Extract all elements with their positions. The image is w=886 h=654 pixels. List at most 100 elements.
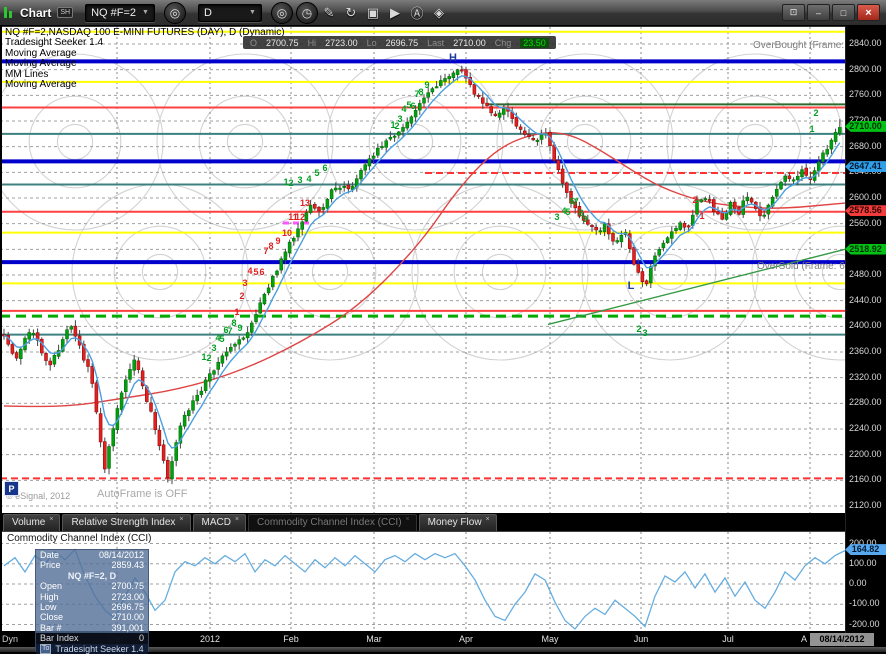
tab-close-icon[interactable]: × [486,516,490,523]
data-window-footer-row: Bar Index0 [36,633,148,643]
quote-value: 2700.75 [266,38,299,48]
price-tag: 2647.41 [845,161,886,172]
date-axis-label: Apr [459,634,473,644]
data-window-row: NQ #F=2, D [36,571,148,581]
price-tag: 2710.00 [845,121,886,132]
price-axis-label: 2160.00 [849,474,882,484]
price-axis-label: 2680.00 [849,141,882,151]
status-dynamic: Dyn [2,634,18,644]
window-title: Chart [20,6,51,20]
price-tag: 2578.56 [845,205,886,216]
indicator-tab-strip: Volume×Relative Strength Index×MACD×Comm… [0,513,845,531]
overbought-label: OverBought (Frame: 64 [753,40,858,51]
data-window-row: Bar #391,001 [36,623,148,633]
p-marker: P [4,481,19,496]
date-axis-partial: A [801,634,807,644]
tab-label: Volume [12,517,45,528]
price-axis-label: 2280.00 [849,397,882,407]
data-window-row: Low2696.75 [36,602,148,612]
tab-macd[interactable]: MACD × [193,514,247,531]
symbol-lookup-icon: ◎ [277,6,287,20]
eraser-icon: ◈ [434,5,444,20]
quote-label: Chg [495,38,512,48]
quote-label: Lo [367,38,377,48]
price-axis-label: 2360.00 [849,346,882,356]
cci-axis-label: -200.00 [849,619,880,629]
price-axis-label: 2320.00 [849,372,882,382]
data-window-row: Open2700.75 [36,581,148,591]
data-window-row: Close2710.00 [36,612,148,622]
cci-tag: 164.82 [845,544,886,555]
price-axis-label: 2200.00 [849,449,882,459]
chevron-down-icon: ▼ [142,9,149,16]
quote-label: Last [427,38,444,48]
tab-close-icon[interactable]: × [235,516,239,523]
tab-label: MACD [202,517,231,528]
chart-left-edge [0,26,2,647]
data-window-row: High2723.00 [36,592,148,602]
tab-close-icon[interactable]: × [49,516,53,523]
legend-row: Moving Average [5,80,285,90]
tab-close-icon[interactable]: × [179,516,183,523]
price-axis-label: 2120.00 [849,500,882,510]
auto-button[interactable]: Ⓐ [406,3,428,22]
symbol-lookup-icon: ◎ [170,6,180,20]
date-axis-label: Jul [722,634,734,644]
chevron-down-icon: ▼ [249,9,256,16]
play-button[interactable]: ▶ [384,5,406,21]
data-window-row: Price2859.43 [36,560,148,570]
symbol-combo[interactable]: NQ #F=2 ▼ [85,4,155,22]
draw-pencil-icon: ✎ [324,5,335,20]
close-button[interactable]: × [857,4,880,21]
quote-label: O [250,38,257,48]
quote-value: 2710.00 [453,38,486,48]
price-chart-canvas[interactable] [0,26,845,513]
tab-relative-strength-index[interactable]: Relative Strength Index× [62,514,190,531]
tab-close-icon[interactable]: × [406,516,410,523]
interval-combo-value: D [204,7,212,19]
tab-label: Commodity Channel Index (CCI) [257,517,402,528]
data-window: Date08/14/2012Price2859.43NQ #F=2, DOpen… [35,549,149,652]
play-icon: ▶ [390,5,400,20]
symbol-lookup-button[interactable]: ◎ [164,2,186,24]
data-window-row: Date08/14/2012 [36,550,148,560]
time-interval-button[interactable]: ◷ [296,2,318,24]
notes-button[interactable]: ▣ [362,5,384,21]
draw-pencil-button[interactable]: ✎ [318,5,340,21]
quote-value: 2696.75 [386,38,419,48]
symbol-lookup-button[interactable]: ◎ [271,2,293,24]
quote-label: Hi [308,38,317,48]
price-axis-label: 2440.00 [849,295,882,305]
tab-money-flow[interactable]: Money Flow× [419,514,497,531]
price-axis-label: 2480.00 [849,269,882,279]
restore-button[interactable]: ⊡ [782,4,805,21]
price-axis-label: 2240.00 [849,423,882,433]
chart-app-icon [4,7,12,18]
quote-value: 2723.00 [325,38,358,48]
maximize-button[interactable]: □ [832,4,855,21]
price-chart-plot [0,27,845,514]
current-date-badge: 08/14/2012 [810,633,874,646]
quote-value: 23.50 [520,38,549,48]
date-axis-label: Feb [283,634,299,644]
price-axis-label: 2800.00 [849,64,882,74]
eraser-button[interactable]: ◈ [428,5,450,21]
reload-button[interactable]: ↻ [340,5,362,21]
interval-combo[interactable]: D ▼ [198,4,262,22]
cci-axis-label: -100.00 [849,598,880,608]
minimize-button[interactable]: – [807,4,830,21]
tab-commodity-channel-index-cci[interactable]: Commodity Channel Index (CCI) × [248,514,417,531]
price-tag: 2518.92 [845,244,886,255]
price-axis-label: 2560.00 [849,218,882,228]
notes-icon: ▣ [367,5,379,20]
date-axis-label: Mar [366,634,382,644]
date-axis-label: Jun [634,634,649,644]
auto-icon: Ⓐ [410,6,423,21]
indicator-icon: To [40,644,51,654]
price-axis-label: 2600.00 [849,192,882,202]
symbol-combo-value: NQ #F=2 [91,7,136,19]
tab-volume[interactable]: Volume × [3,514,60,531]
chart-window: Chart SH NQ #F=2 ▼ ◎ D ▼ ◎◷✎↻▣▶Ⓐ◈ ⊡–□× N… [0,0,886,652]
price-axis-label: 2840.00 [849,38,882,48]
date-axis-label: 2012 [200,634,220,644]
